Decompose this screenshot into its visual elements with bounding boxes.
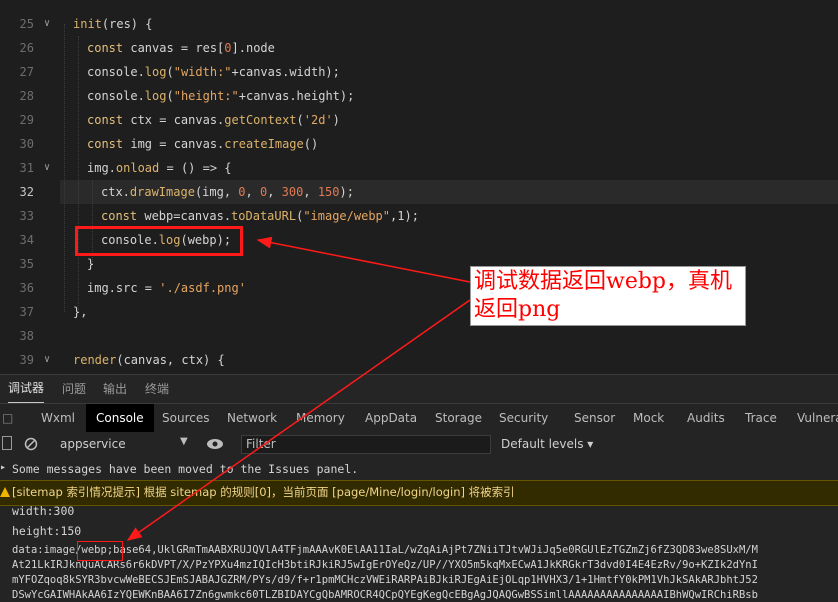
console-log-height: height:150 — [12, 524, 82, 538]
tab-debugger[interactable]: 调试器 — [8, 375, 45, 404]
tab-appdata[interactable]: AppData — [365, 404, 417, 432]
tab-network[interactable]: Network — [227, 404, 277, 432]
tab-output[interactable]: 输出 — [103, 375, 127, 404]
console-log-dataurl-cont: At21LkIRJknQuACARs6r6kDVPT/X/PzYPXu4mzIQ… — [12, 559, 758, 571]
line-number: 38 — [19, 329, 34, 343]
fold-chevron-icon[interactable]: ∨ — [44, 156, 50, 180]
console-log-dataurl-cont: DSwYcGAIWHAkAA6IzYQEWKnBAA6I7Zn6gwmkc60T… — [12, 589, 758, 601]
code-line-26: const canvas = res[0].node — [87, 41, 275, 55]
tab-vulnerability[interactable]: Vulnera — [797, 404, 838, 432]
eye-icon[interactable] — [206, 438, 224, 450]
console-output: ▸ Some messages have been moved to the I… — [0, 458, 838, 602]
tab-security[interactable]: Security — [499, 404, 548, 432]
line-number-current: 32 — [19, 185, 34, 199]
code-line-36: img.src = './asdf.png' — [87, 281, 246, 295]
indent-guide — [64, 24, 65, 312]
code-line-25: init(res) { — [73, 17, 153, 31]
code-line-28: console.log("height:"+canvas.height); — [87, 89, 355, 103]
line-number: 34 — [19, 233, 34, 247]
line-number: 35 — [19, 257, 34, 271]
inspect-icon[interactable]: □ — [2, 404, 13, 432]
line-number: 31 — [19, 161, 34, 175]
indent-guide — [78, 36, 79, 312]
line-number: 36 — [19, 281, 34, 295]
code-line-27: console.log("width:"+canvas.width); — [87, 65, 340, 79]
arrow-icon: ▸ — [0, 462, 7, 473]
tab-mock[interactable]: Mock — [633, 404, 664, 432]
code-line-37: }, — [73, 305, 88, 319]
warning-icon — [0, 487, 10, 497]
console-filter-bar: appservice ▼ Filter Default levels ▾ — [0, 432, 838, 459]
code-line-30: const img = canvas.createImage() — [87, 137, 319, 151]
line-number: 33 — [19, 209, 34, 223]
line-number: 29 — [19, 113, 34, 127]
tab-audits[interactable]: Audits — [687, 404, 725, 432]
tab-sources[interactable]: Sources — [162, 404, 209, 432]
console-message-info: Some messages have been moved to the Iss… — [12, 462, 359, 476]
panel-tab-bar: 调试器 问题 输出 终端 — [0, 374, 838, 404]
filter-placeholder: Filter — [246, 437, 276, 451]
context-dropdown-icon[interactable]: ▼ — [180, 436, 188, 447]
filter-input[interactable]: Filter — [241, 435, 491, 454]
tab-wxml[interactable]: Wxml — [41, 404, 75, 432]
console-message-warning: [sitemap 索引情况提示] 根据 sitemap 的规则[0]，当前页面 … — [12, 485, 515, 499]
highlight-box-console — [77, 541, 123, 561]
fold-chevron-icon[interactable]: ∨ — [44, 12, 50, 36]
console-log-dataurl: data:image/webp;base64,UklGRmTmAABXRUJQV… — [12, 544, 758, 556]
annotation-callout: 调试数据返回webp，真机返回png — [470, 266, 746, 326]
console-log-width: width:300 — [12, 504, 75, 518]
line-number: 26 — [19, 41, 34, 55]
sidebar-toggle-icon[interactable] — [2, 436, 12, 450]
tab-terminal[interactable]: 终端 — [145, 375, 169, 404]
highlight-box-code — [75, 226, 243, 256]
line-number: 37 — [19, 305, 34, 319]
tab-sensor[interactable]: Sensor — [574, 404, 615, 432]
tab-problems[interactable]: 问题 — [62, 375, 86, 404]
line-number: 25 — [19, 17, 34, 31]
context-select[interactable]: appservice — [60, 437, 126, 451]
code-line-39: render(canvas, ctx) { — [73, 353, 225, 367]
line-number: 30 — [19, 137, 34, 151]
tab-storage[interactable]: Storage — [435, 404, 482, 432]
code-line-32: ctx.drawImage(img, 0, 0, 300, 150); — [101, 185, 354, 199]
line-number: 28 — [19, 89, 34, 103]
line-number: 27 — [19, 65, 34, 79]
code-line-33: const webp=canvas.toDataURL("image/webp"… — [101, 209, 419, 223]
console-log-dataurl-cont: mYFOZqoq8kSYR3bvcwWeBECSJEmSJABAJGZRM/PY… — [12, 574, 758, 586]
tab-console[interactable]: Console — [86, 404, 154, 432]
fold-chevron-icon[interactable]: ∨ — [44, 348, 50, 372]
code-line-29: const ctx = canvas.getContext('2d') — [87, 113, 340, 127]
log-levels-dropdown[interactable]: Default levels ▾ — [501, 437, 593, 451]
tab-trace[interactable]: Trace — [745, 404, 777, 432]
tab-memory[interactable]: Memory — [296, 404, 345, 432]
code-line-31: img.onload = () => { — [87, 161, 232, 175]
line-number: 39 — [19, 353, 34, 367]
clear-console-icon[interactable] — [24, 437, 38, 451]
devtools-tab-bar: □ Wxml Console Sources Network Memory Ap… — [0, 403, 838, 433]
